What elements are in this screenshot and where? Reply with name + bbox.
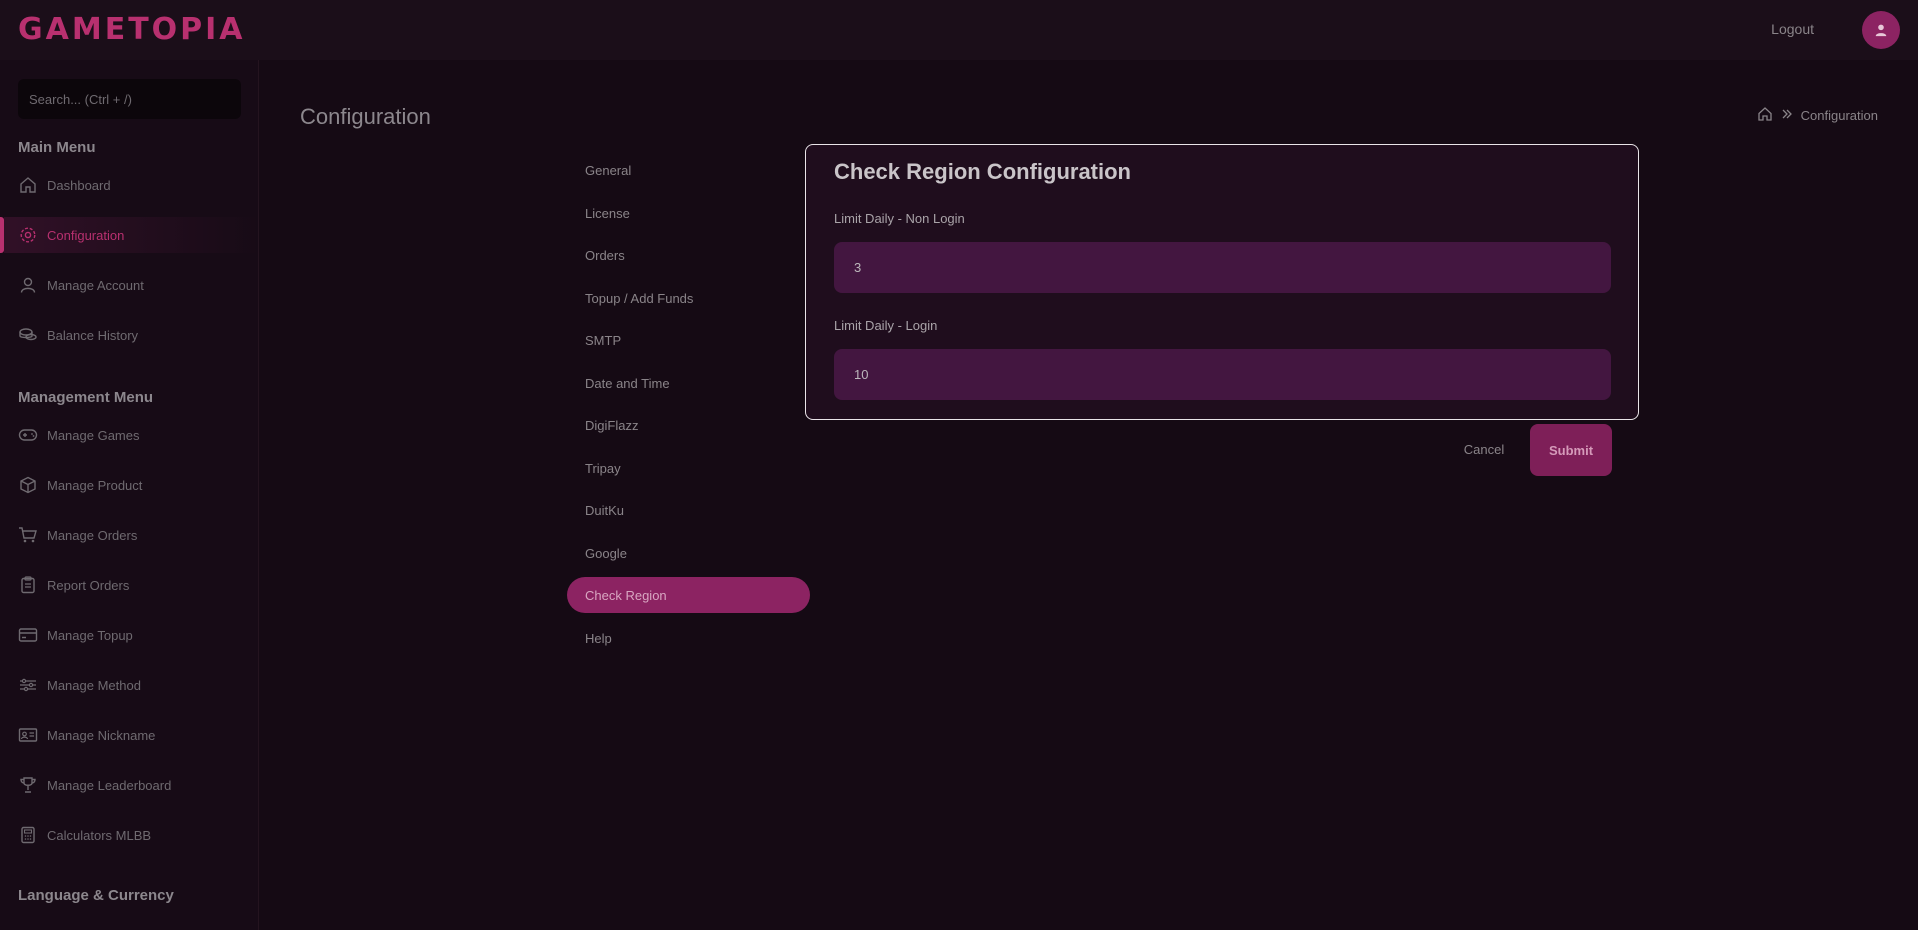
subnav-item-date-and-time[interactable]: Date and Time [567,365,810,401]
coins-icon [18,325,38,345]
gamepad-icon [18,425,38,445]
subnav-item-digiflazz[interactable]: DigiFlazz [567,407,810,443]
card-icon [18,625,38,645]
subnav-item-orders[interactable]: Orders [567,237,810,273]
sidebar-item-manage-nickname[interactable]: Manage Nickname [0,717,259,753]
management-menu-title: Management Menu [18,389,154,406]
breadcrumb: Configuration [1757,106,1878,125]
subnav-item-topup-add-funds[interactable]: Topup / Add Funds [567,280,810,316]
clipboard-icon [18,575,38,595]
subnav-item-smtp[interactable]: SMTP [567,322,810,358]
limit-daily-non-login-label: Limit Daily - Non Login [834,211,965,226]
trophy-icon [18,775,38,795]
sidebar-item-report-orders[interactable]: Report Orders [0,567,259,603]
subnav-item-duitku[interactable]: DuitKu [567,492,810,528]
user-icon [1875,24,1887,37]
sidebar-item-configuration[interactable]: Configuration [0,217,259,253]
sidebar-item-calculators-mlbb[interactable]: Calculators MLBB [0,817,259,853]
user-icon [18,275,38,295]
sliders-icon [18,675,38,695]
card-title: Check Region Configuration [834,159,1131,184]
avatar[interactable] [1862,11,1900,49]
subnav-item-google[interactable]: Google [567,535,810,571]
subnav-item-check-region[interactable]: Check Region [567,577,810,613]
sidebar-item-balance-history[interactable]: Balance History [0,317,259,353]
sidebar-item-manage-topup[interactable]: Manage Topup [0,617,259,653]
sidebar-item-manage-games[interactable]: Manage Games [0,417,259,453]
language-currency-title: Language & Currency [18,887,174,904]
app-logo[interactable]: GAMETOPIA [18,12,246,47]
submit-button[interactable]: Submit [1530,424,1612,476]
top-bar: GAMETOPIA Logout [0,0,1918,60]
home-icon[interactable] [1757,106,1773,125]
search-input[interactable] [18,79,241,119]
subnav-item-tripay[interactable]: Tripay [567,450,810,486]
sidebar-item-manage-leaderboard[interactable]: Manage Leaderboard [0,767,259,803]
sidebar: Main Menu Dashboard Configuration Manage… [0,60,259,930]
page-title: Configuration [300,104,431,129]
main-menu-title: Main Menu [18,139,96,156]
limit-daily-login-input[interactable] [834,349,1611,400]
logout-link[interactable]: Logout [1771,21,1814,37]
cart-icon [18,525,38,545]
limit-daily-non-login-input[interactable] [834,242,1611,293]
subnav-item-help[interactable]: Help [567,620,810,656]
limit-daily-login-label: Limit Daily - Login [834,318,938,333]
sidebar-item-manage-orders[interactable]: Manage Orders [0,517,259,553]
id-card-icon [18,725,38,745]
sidebar-item-manage-account[interactable]: Manage Account [0,267,259,303]
sidebar-item-manage-method[interactable]: Manage Method [0,667,259,703]
double-chevron-right-icon [1781,108,1793,123]
gear-icon [18,225,38,245]
calculator-icon [18,825,38,845]
check-region-card: Check Region Configuration Limit Daily -… [805,144,1639,420]
subnav-item-general[interactable]: General [567,152,810,188]
box-icon [18,475,38,495]
cancel-button[interactable]: Cancel [1449,427,1519,471]
breadcrumb-current: Configuration [1800,108,1878,123]
subnav-item-license[interactable]: License [567,195,810,231]
sidebar-item-manage-product[interactable]: Manage Product [0,467,259,503]
home-icon [18,175,38,195]
sidebar-item-dashboard[interactable]: Dashboard [0,167,259,203]
